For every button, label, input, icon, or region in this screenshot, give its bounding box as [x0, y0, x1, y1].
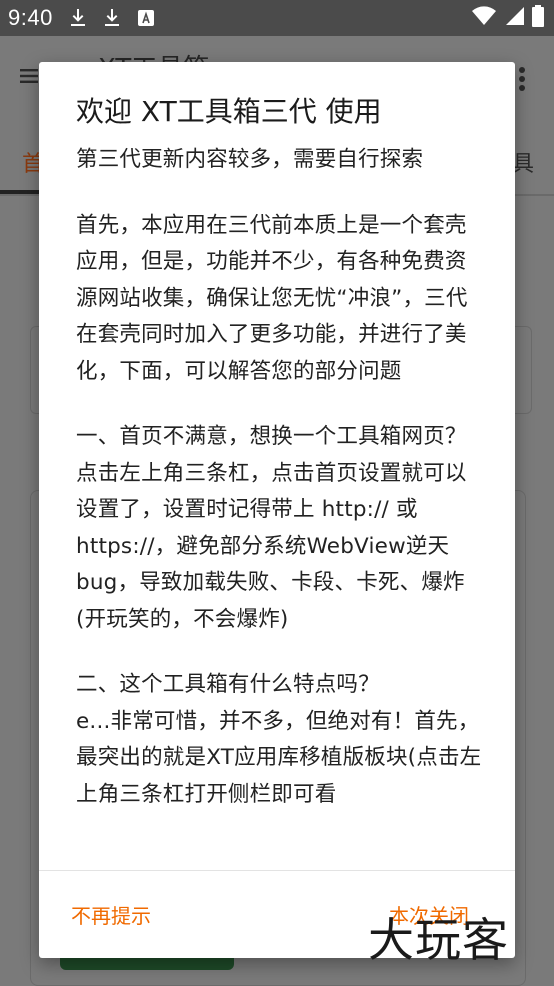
welcome-dialog: 欢迎 XT工具箱三代 使用 第三代更新内容较多，需要自行探索 首先，本应用在三代… [39, 62, 515, 958]
dialog-message[interactable]: 第三代更新内容较多，需要自行探索 首先，本应用在三代前本质上是一个套壳应用，但是… [76, 142, 486, 870]
download-icon [103, 8, 121, 28]
download-icon [69, 8, 87, 28]
battery-icon [532, 5, 544, 31]
dialog-paragraph: 首先，本应用在三代前本质上是一个套壳应用，但是，功能并不少，有各种免费资源网站收… [76, 212, 468, 384]
dialog-paragraph: 二、这个工具箱有什么特点吗？ e...非常可惜，并不多，但绝对有！首先，最突出的… [76, 672, 482, 807]
menu-icon[interactable] [20, 68, 38, 83]
dialog-title: 欢迎 XT工具箱三代 使用 [76, 95, 382, 128]
dialog-divider [39, 870, 515, 871]
status-bar: 9:40 [0, 0, 554, 36]
dont-remind-button[interactable]: 不再提示 [71, 900, 151, 929]
wifi-icon [472, 6, 496, 30]
watermark-logo: 大玩客 [368, 913, 509, 967]
tab-tools[interactable]: 具 [512, 146, 534, 178]
dialog-paragraph: 第三代更新内容较多，需要自行探索 [76, 147, 424, 172]
overflow-menu-icon[interactable] [518, 66, 526, 92]
dialog-paragraph: 一、首页不满意，想换一个工具箱网页？ 点击左上角三条杠，点击首页设置就可以设置了… [76, 424, 467, 632]
font-download-icon [137, 8, 155, 28]
signal-icon [504, 6, 524, 30]
status-time: 9:40 [8, 5, 53, 30]
